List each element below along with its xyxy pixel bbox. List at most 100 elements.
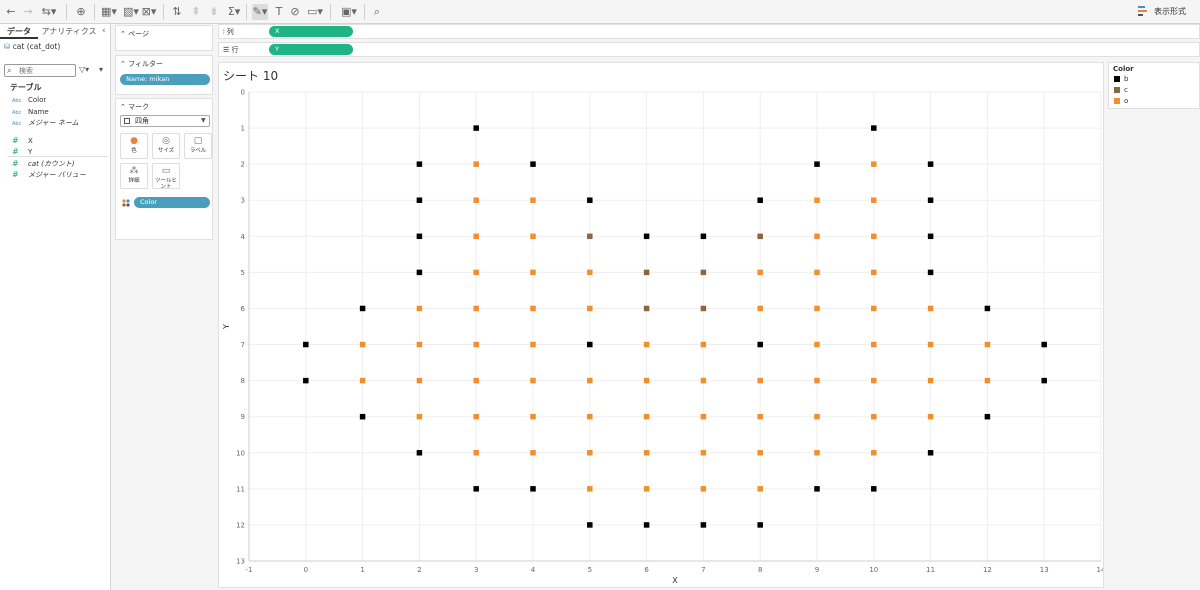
data-point-o[interactable]: [700, 413, 707, 420]
tooltip-icon[interactable]: ⌕: [371, 4, 383, 20]
data-point-b[interactable]: [927, 197, 934, 203]
search-input[interactable]: [4, 64, 76, 77]
color-legend[interactable]: Color b c o: [1108, 62, 1200, 109]
data-point-b[interactable]: [473, 125, 479, 131]
data-point-o[interactable]: [530, 197, 536, 203]
data-point-b[interactable]: [927, 269, 934, 276]
data-point-b[interactable]: [757, 197, 763, 203]
data-point-o[interactable]: [984, 377, 991, 384]
data-point-o[interactable]: [757, 450, 763, 456]
data-point-o[interactable]: [757, 413, 763, 420]
data-point-o[interactable]: [814, 413, 820, 420]
data-point-o[interactable]: [530, 305, 536, 312]
data-point-o[interactable]: [416, 413, 423, 420]
rows-shelf[interactable]: ☰ 行 Y: [218, 42, 1200, 57]
field-x[interactable]: # X: [12, 135, 33, 146]
legend-item-b[interactable]: b: [1114, 75, 1128, 84]
data-point-o[interactable]: [587, 413, 593, 420]
data-point-o[interactable]: [757, 305, 763, 312]
columns-pill-x[interactable]: X: [269, 26, 353, 37]
data-point-o[interactable]: [587, 450, 593, 456]
data-point-o[interactable]: [814, 269, 820, 276]
collapse-caret-icon[interactable]: ⌃: [120, 103, 128, 111]
size-button[interactable]: ◎ サイズ: [152, 133, 180, 159]
new-sheet-icon[interactable]: ▦▾: [101, 4, 117, 20]
data-point-b[interactable]: [700, 522, 707, 528]
data-point-o[interactable]: [587, 377, 593, 384]
collapse-pane-icon[interactable]: ‹: [102, 26, 106, 36]
data-point-b[interactable]: [871, 125, 877, 131]
data-point-o[interactable]: [530, 450, 536, 456]
forward-icon[interactable]: →: [22, 4, 34, 20]
data-point-o[interactable]: [814, 377, 820, 384]
data-point-o[interactable]: [473, 233, 479, 240]
data-point-b[interactable]: [757, 522, 763, 528]
data-point-b[interactable]: [643, 233, 650, 240]
data-point-o[interactable]: [416, 341, 423, 348]
data-point-b[interactable]: [416, 161, 423, 167]
data-point-o[interactable]: [643, 486, 650, 492]
duplicate-sheet-icon[interactable]: ▧▾: [123, 4, 139, 20]
totals-icon[interactable]: Σ▾: [226, 4, 242, 20]
color-button[interactable]: ● 色: [120, 133, 148, 159]
pages-card[interactable]: ⌃ ページ: [115, 25, 213, 51]
data-point-o[interactable]: [927, 341, 934, 348]
data-point-o[interactable]: [700, 486, 707, 492]
show-me-button[interactable]: 表示形式: [1154, 6, 1186, 17]
text-label-icon[interactable]: T: [273, 4, 285, 20]
data-point-o[interactable]: [871, 305, 877, 312]
filters-card[interactable]: ⌃ フィルター Name: mikan: [115, 55, 213, 95]
data-point-o[interactable]: [530, 269, 536, 276]
data-point-o[interactable]: [700, 450, 707, 456]
columns-shelf[interactable]: ⦙ 列 X: [218, 24, 1200, 39]
sort-asc-icon[interactable]: ⇞: [189, 4, 203, 20]
data-point-o[interactable]: [871, 341, 877, 348]
data-point-o[interactable]: [473, 161, 479, 167]
data-point-o[interactable]: [587, 305, 593, 312]
marks-card[interactable]: ⌃ マーク 四角 ▼ ● 色 ◎ サイズ ▢ ラベル ⁂ 詳細 ▭ ツールヒント…: [115, 98, 213, 240]
data-point-b[interactable]: [814, 486, 820, 492]
data-point-o[interactable]: [587, 486, 593, 492]
tooltip-button[interactable]: ▭ ツールヒント: [152, 163, 180, 190]
data-point-b[interactable]: [587, 197, 593, 203]
fix-axes-icon[interactable]: ▭▾: [306, 4, 324, 20]
sort-desc-icon[interactable]: ⇟: [207, 4, 221, 20]
data-point-b[interactable]: [1041, 341, 1047, 348]
data-point-b[interactable]: [643, 522, 650, 528]
data-point-c[interactable]: [643, 305, 650, 312]
data-point-b[interactable]: [303, 341, 309, 348]
data-point-c[interactable]: [643, 269, 650, 276]
data-point-o[interactable]: [643, 450, 650, 456]
data-point-o[interactable]: [643, 377, 650, 384]
data-point-b[interactable]: [416, 450, 423, 456]
data-point-o[interactable]: [814, 305, 820, 312]
new-datasource-icon[interactable]: ⊕: [74, 4, 88, 20]
data-point-o[interactable]: [984, 341, 991, 348]
collapse-caret-icon[interactable]: ⌃: [120, 60, 128, 68]
data-point-o[interactable]: [530, 413, 536, 420]
data-point-b[interactable]: [416, 197, 423, 203]
data-point-o[interactable]: [871, 450, 877, 456]
menu-caret-icon[interactable]: ▾: [99, 65, 103, 74]
data-point-o[interactable]: [757, 486, 763, 492]
data-point-b[interactable]: [359, 413, 366, 420]
data-point-o[interactable]: [871, 161, 877, 167]
data-point-o[interactable]: [530, 233, 536, 240]
data-point-o[interactable]: [814, 197, 820, 203]
data-point-b[interactable]: [587, 522, 593, 528]
data-point-o[interactable]: [927, 305, 934, 312]
data-point-o[interactable]: [416, 305, 423, 312]
data-point-o[interactable]: [814, 341, 820, 348]
show-me-icon[interactable]: [1138, 5, 1148, 17]
tab-analytics[interactable]: アナリティクス: [40, 24, 98, 39]
data-point-o[interactable]: [757, 377, 763, 384]
data-point-o[interactable]: [416, 377, 423, 384]
data-point-o[interactable]: [473, 450, 479, 456]
data-point-o[interactable]: [871, 413, 877, 420]
data-point-b[interactable]: [530, 161, 536, 167]
data-point-o[interactable]: [359, 377, 366, 384]
presentation-icon[interactable]: ▣▾: [339, 4, 359, 20]
field-color[interactable]: Abc Color: [12, 95, 46, 106]
data-point-b[interactable]: [530, 486, 536, 492]
fit-icon[interactable]: ⊘: [289, 4, 301, 20]
